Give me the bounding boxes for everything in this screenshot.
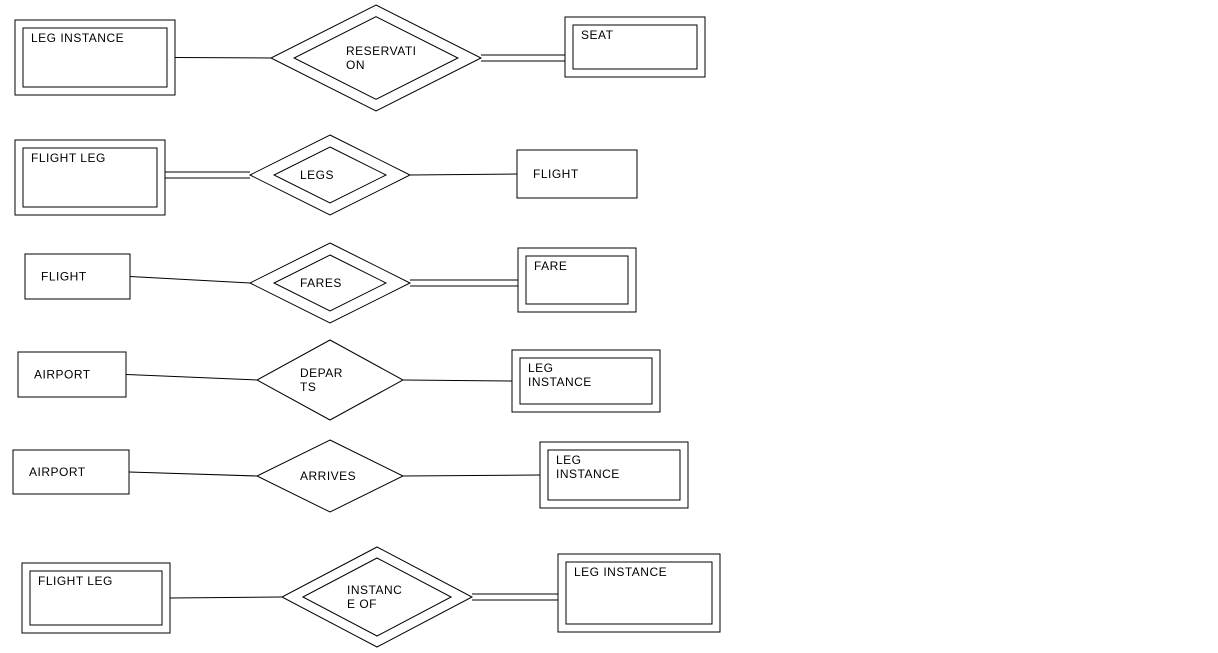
svg-text:DEPAR: DEPAR: [300, 366, 343, 380]
svg-text:TS: TS: [300, 380, 316, 394]
entity-label-left-2: FLIGHT: [41, 270, 87, 284]
svg-text:E OF: E OF: [347, 597, 377, 611]
svg-text:LEG: LEG: [556, 453, 582, 467]
entity-label-left-4: AIRPORT: [29, 465, 86, 479]
svg-text:FARE: FARE: [534, 259, 567, 273]
svg-text:LEGS: LEGS: [300, 168, 334, 182]
entity-label-right-1: FLIGHT: [533, 167, 579, 181]
entity-label-left-5: FLIGHT LEG: [38, 574, 113, 588]
entity-label-left-3: AIRPORT: [34, 368, 91, 382]
svg-text:FLIGHT: FLIGHT: [533, 167, 579, 181]
svg-text:SEAT: SEAT: [581, 28, 614, 42]
relationship-label-1: LEGS: [300, 168, 334, 182]
entity-label-right-5: LEG INSTANCE: [574, 565, 667, 579]
svg-text:LEG: LEG: [528, 361, 554, 375]
entity-label-right-2: FARE: [534, 259, 567, 273]
svg-text:AIRPORT: AIRPORT: [34, 368, 91, 382]
svg-text:INSTANCE: INSTANCE: [556, 467, 620, 481]
svg-text:INSTANC: INSTANC: [347, 583, 402, 597]
entity-label-left-1: FLIGHT LEG: [31, 151, 106, 165]
svg-text:FARES: FARES: [300, 276, 342, 290]
relationship-3: [257, 340, 403, 420]
svg-text:ON: ON: [346, 58, 365, 72]
relationship-label-2: FARES: [300, 276, 342, 290]
svg-text:LEG INSTANCE: LEG INSTANCE: [574, 565, 667, 579]
relationship-label-4: ARRIVES: [300, 469, 356, 483]
svg-text:RESERVATI: RESERVATI: [346, 44, 417, 58]
svg-text:AIRPORT: AIRPORT: [29, 465, 86, 479]
svg-text:FLIGHT: FLIGHT: [41, 270, 87, 284]
entity-label-right-0: SEAT: [581, 28, 614, 42]
svg-text:INSTANCE: INSTANCE: [528, 375, 592, 389]
svg-text:FLIGHT LEG: FLIGHT LEG: [31, 151, 106, 165]
entity-label-left-0: LEG INSTANCE: [31, 31, 124, 45]
svg-text:ARRIVES: ARRIVES: [300, 469, 356, 483]
svg-text:FLIGHT LEG: FLIGHT LEG: [38, 574, 113, 588]
svg-text:LEG INSTANCE: LEG INSTANCE: [31, 31, 124, 45]
